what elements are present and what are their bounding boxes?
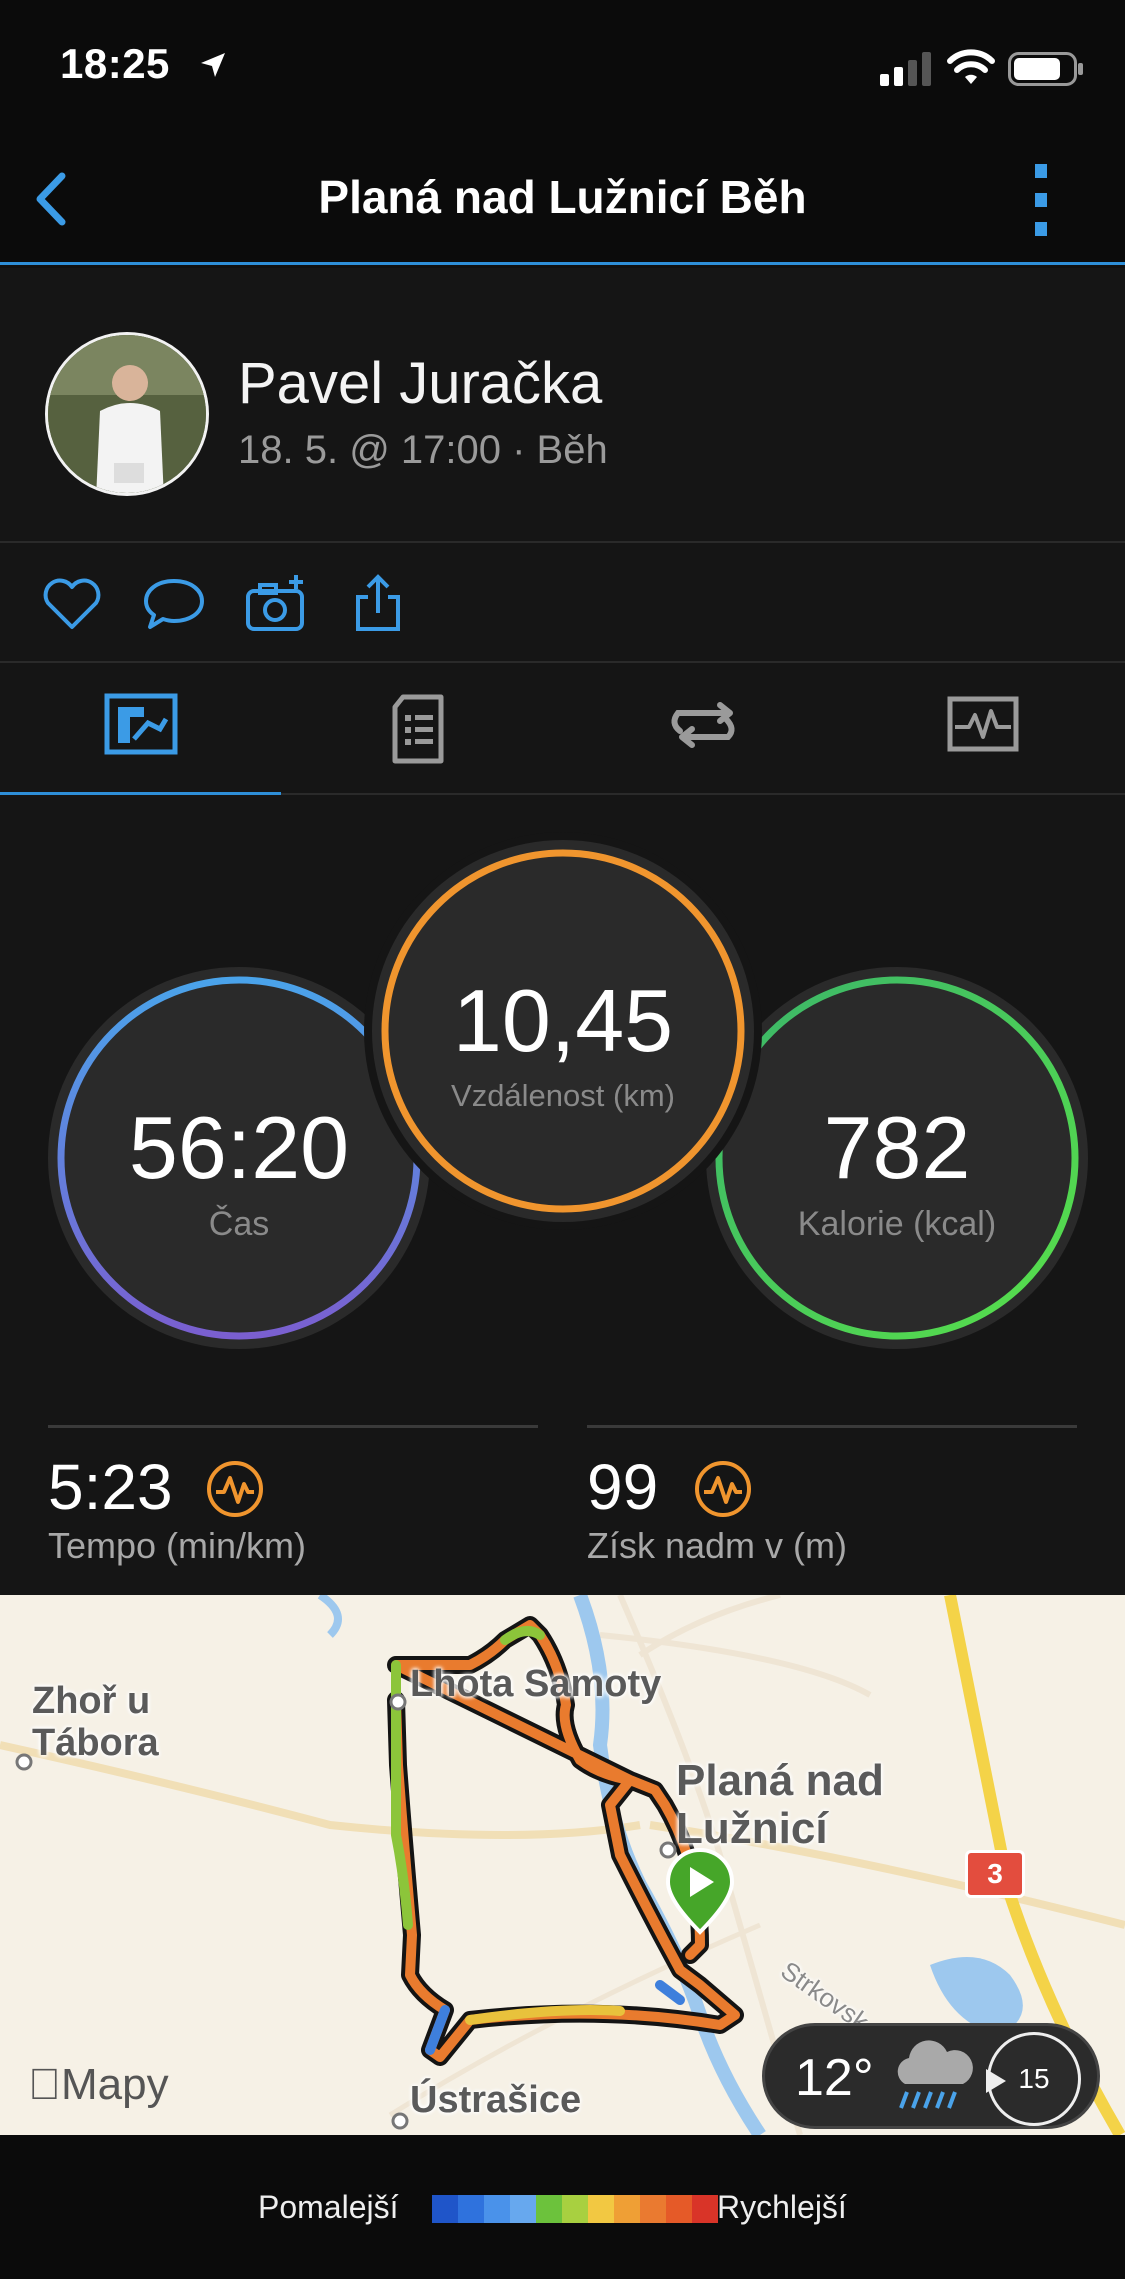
page-title: Planá nad Lužnicí Běh xyxy=(318,171,807,223)
rain-cloud-icon xyxy=(897,2040,973,2109)
elevation-label: Získ nadm v (m) xyxy=(587,1525,848,1566)
weather-temperature: 12° xyxy=(795,2049,874,2107)
legend-swatch xyxy=(484,2195,510,2223)
calories-label: Kalorie (kcal) xyxy=(797,1205,997,1243)
legend-swatch xyxy=(562,2195,588,2223)
tab-bar xyxy=(0,663,1125,797)
distance-label: Vzdálenost (km) xyxy=(451,1078,675,1113)
legend-fast-label: Rychlejší xyxy=(717,2189,847,2225)
details-list-icon xyxy=(392,694,444,764)
share-icon[interactable] xyxy=(346,573,410,633)
laps-icon xyxy=(671,702,735,748)
legend-swatch xyxy=(510,2195,536,2223)
activity-header: Pavel Juračka 18. 5. @ 17:00 · Běh xyxy=(0,268,1125,543)
legend-swatch xyxy=(588,2195,614,2223)
legend-slow-label: Pomalejší xyxy=(258,2189,399,2225)
legend-swatch xyxy=(666,2195,692,2223)
wifi-icon xyxy=(947,49,995,84)
charts-icon xyxy=(947,696,1019,752)
distance-ring[interactable]: 10,45 Vzdálenost (km) xyxy=(372,840,754,1222)
road-number-badge: 3 xyxy=(965,1850,1025,1898)
elevation-value: 99 xyxy=(587,1451,659,1523)
nav-bar: Planá nad Lužnicí Běh xyxy=(0,130,1125,265)
legend-swatch xyxy=(432,2195,458,2223)
wind-indicator: 15 xyxy=(986,2032,1081,2126)
legend-swatch xyxy=(640,2195,666,2223)
pace-chart-icon[interactable] xyxy=(206,1460,264,1518)
map-label-ustrasice: Ústrašice xyxy=(410,2079,582,2121)
maps-attribution[interactable]: Mapy xyxy=(28,2060,169,2110)
map-label-zhor: Zhoř u Tábora xyxy=(32,1680,159,1764)
overview-icon xyxy=(104,693,178,755)
avatar[interactable] xyxy=(45,332,209,496)
comment-icon[interactable] xyxy=(142,573,206,633)
action-row xyxy=(0,543,1125,663)
calories-ring[interactable]: 782 Kalorie (kcal) xyxy=(706,967,1088,1349)
map-label-plana: Planá nad Lužnicí xyxy=(676,1756,884,1853)
battery-icon xyxy=(1008,52,1083,86)
calories-value: 782 xyxy=(823,1098,971,1197)
divider xyxy=(48,1425,538,1428)
pace-value: 5:23 xyxy=(48,1451,173,1523)
status-time: 18:25 xyxy=(60,40,170,87)
distance-value: 10,45 xyxy=(452,971,674,1070)
status-bar: 18:25 xyxy=(0,0,1125,130)
legend-swatch xyxy=(536,2195,562,2223)
tab-overview[interactable] xyxy=(0,663,281,797)
pace-legend: Pomalejší Rychlejší xyxy=(0,2135,1125,2279)
pace-label: Tempo (min/km) xyxy=(48,1525,307,1566)
user-name[interactable]: Pavel Juračka xyxy=(238,350,602,417)
summary-stats: 56:20 Čas 782 Kalorie (kcal) 10,45 Vzdál… xyxy=(0,795,1125,1595)
location-arrow-icon xyxy=(201,53,225,77)
add-photo-icon[interactable] xyxy=(244,573,308,633)
tab-charts[interactable] xyxy=(843,663,1124,795)
cellular-signal-icon xyxy=(880,52,931,86)
legend-color-scale xyxy=(432,2195,718,2223)
tab-details[interactable] xyxy=(281,663,562,795)
route-map[interactable]: Zhoř u Tábora Lhota Samoty Planá nad Luž… xyxy=(0,1595,1125,2135)
legend-swatch xyxy=(614,2195,640,2223)
divider xyxy=(587,1425,1077,1428)
legend-swatch xyxy=(692,2195,718,2223)
apple-logo-icon:  xyxy=(28,2060,61,2109)
weather-badge[interactable]: 12° 15 xyxy=(762,2023,1100,2129)
more-options-icon[interactable] xyxy=(1015,160,1065,240)
activity-meta: 18. 5. @ 17:00 · Běh xyxy=(238,428,608,472)
like-icon[interactable] xyxy=(40,573,104,633)
tab-laps[interactable] xyxy=(562,663,843,795)
wind-speed: 15 xyxy=(1018,2063,1050,2094)
maps-brand: Mapy xyxy=(28,2060,169,2109)
elevation-chart-icon[interactable] xyxy=(694,1460,752,1518)
legend-swatch xyxy=(458,2195,484,2223)
map-label-lhota: Lhota Samoty xyxy=(410,1663,662,1705)
